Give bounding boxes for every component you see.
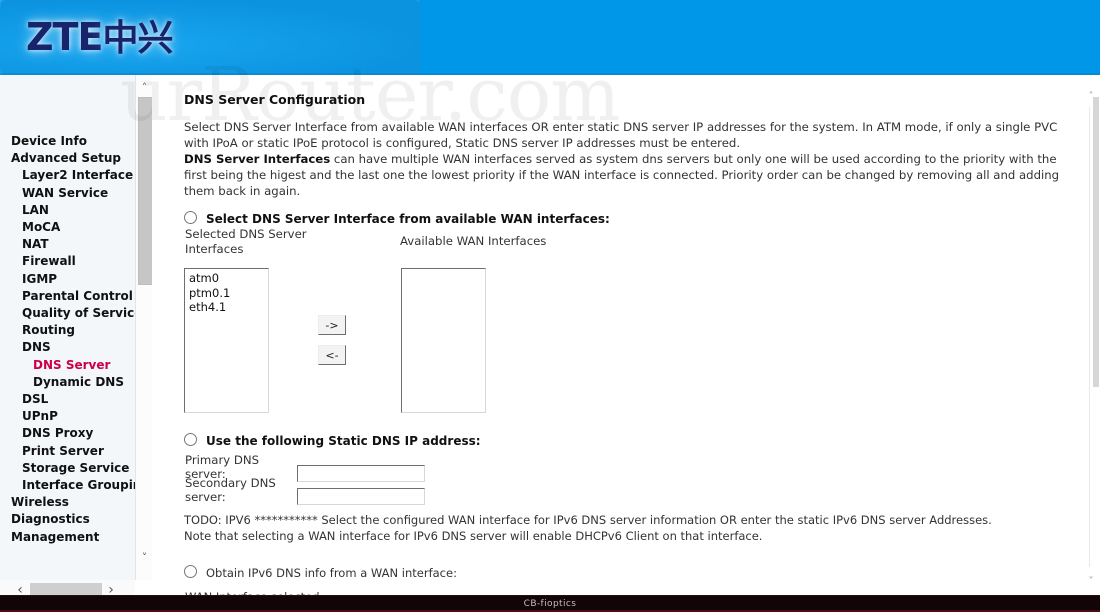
content-scrollbar-track[interactable] xyxy=(1089,107,1090,567)
list-item[interactable]: ptm0.1 xyxy=(187,286,268,301)
list-item[interactable]: eth4.1 xyxy=(187,300,268,315)
sidebar-item-igmp[interactable]: IGMP xyxy=(0,271,135,288)
sidebar-item-dsl[interactable]: DSL xyxy=(0,391,135,408)
sidebar-pane: Device Info Advanced Setup Layer2 Interfac… xyxy=(0,75,153,612)
radio-obtain-ipv6-dns[interactable] xyxy=(184,565,197,578)
sidebar-item-interface-grouping[interactable]: Interface Grouping xyxy=(0,477,135,494)
scroll-down-icon[interactable]: ˅ xyxy=(136,549,153,566)
zte-logo-text: ZTE xyxy=(26,15,103,59)
available-wan-interfaces-listbox[interactable] xyxy=(401,268,486,413)
secondary-dns-row: Secondary DNS server: xyxy=(185,476,425,505)
content-vertical-scrollbar[interactable]: ˄ ˅ xyxy=(1082,75,1100,612)
sidebar-item-moca[interactable]: MoCA xyxy=(0,219,135,236)
radio-select-dns-interface[interactable] xyxy=(184,211,197,224)
sidebar-item-print-server[interactable]: Print Server xyxy=(0,443,135,460)
dns-server-configuration-form: DNS Server Configuration Select DNS Serv… xyxy=(152,75,1064,612)
sidebar-navigation: Device Info Advanced Setup Layer2 Interfac… xyxy=(0,75,136,580)
intro-bold-term: DNS Server Interfaces xyxy=(184,152,331,166)
sidebar-item-dns-server[interactable]: DNS Server xyxy=(0,357,135,374)
secondary-dns-label: Secondary DNS server: xyxy=(185,476,276,504)
sidebar-menu-list: Device Info Advanced Setup Layer2 Interfac… xyxy=(0,133,135,546)
sidebar-item-dns-proxy[interactable]: DNS Proxy xyxy=(0,425,135,442)
sidebar-item-nat[interactable]: NAT xyxy=(0,236,135,253)
page-title: DNS Server Configuration xyxy=(184,92,366,107)
zte-logo: ZTE中兴 xyxy=(26,15,173,59)
app-header-banner: ZTE中兴 xyxy=(0,0,1100,75)
ipv6-todo-line-2: Note that selecting a WAN interface for … xyxy=(184,529,763,543)
sidebar-item-wireless[interactable]: Wireless xyxy=(0,494,135,511)
list-item[interactable]: atm0 xyxy=(187,271,268,286)
scroll-up-icon[interactable]: ˄ xyxy=(136,79,153,96)
sidebar-item-parental-control[interactable]: Parental Control xyxy=(0,288,135,305)
sidebar-item-dynamic-dns[interactable]: Dynamic DNS xyxy=(0,374,135,391)
radio-static-dns[interactable] xyxy=(184,433,197,446)
sidebar-item-management[interactable]: Management xyxy=(0,529,135,546)
obtain-ipv6-dns-label: Obtain IPv6 DNS info from a WAN interfac… xyxy=(206,566,457,580)
sidebar-item-layer2-interface[interactable]: Layer2 Interface xyxy=(0,167,135,184)
sidebar-item-dns[interactable]: DNS xyxy=(0,339,135,356)
status-bar: CB-fioptics xyxy=(0,595,1100,612)
zte-logo-chinese: 中兴 xyxy=(102,18,173,59)
content-scroll-down-icon[interactable]: ˅ xyxy=(1082,574,1100,590)
sidebar-item-storage-service[interactable]: Storage Service xyxy=(0,460,135,477)
sidebar-scrollbar-thumb[interactable] xyxy=(138,97,153,285)
selected-dns-interfaces-listbox[interactable]: atm0 ptm0.1 eth4.1 xyxy=(184,268,269,413)
sidebar-item-diagnostics[interactable]: Diagnostics xyxy=(0,511,135,528)
ipv6-todo-note: TODO: IPV6 *********** Select the config… xyxy=(184,512,1064,544)
sidebar-item-routing[interactable]: Routing xyxy=(0,322,135,339)
sidebar-item-quality-of-service[interactable]: Quality of Service xyxy=(0,305,135,322)
sidebar-item-firewall[interactable]: Firewall xyxy=(0,253,135,270)
sidebar-vertical-scrollbar[interactable]: ˄ ˅ xyxy=(135,75,153,580)
intro-paragraph-1: Select DNS Server Interface from availab… xyxy=(184,120,1058,150)
move-left-button[interactable]: <- xyxy=(318,345,346,365)
content-pane: DNS Server Configuration Select DNS Serv… xyxy=(152,75,1082,612)
sidebar-item-lan[interactable]: LAN xyxy=(0,202,135,219)
ipv6-todo-line-1: TODO: IPV6 *********** Select the config… xyxy=(184,513,992,527)
static-dns-option[interactable]: Use the following Static DNS IP address: xyxy=(184,433,481,448)
select-dns-interface-label: Select DNS Server Interface from availab… xyxy=(206,212,610,226)
intro-text: Select DNS Server Interface from availab… xyxy=(184,119,1064,199)
content-scrollbar-thumb[interactable] xyxy=(1093,97,1099,387)
move-right-button[interactable]: -> xyxy=(318,315,346,335)
select-dns-interface-option[interactable]: Select DNS Server Interface from availab… xyxy=(184,211,1064,226)
available-wan-list-label: Available WAN Interfaces xyxy=(400,234,547,248)
sidebar-item-advanced-setup[interactable]: Advanced Setup xyxy=(0,150,135,167)
obtain-ipv6-dns-option[interactable]: Obtain IPv6 DNS info from a WAN interfac… xyxy=(184,565,457,580)
sidebar-item-upnp[interactable]: UPnP xyxy=(0,408,135,425)
selected-dns-list-label: Selected DNS Server Interfaces xyxy=(185,227,307,256)
secondary-dns-input[interactable] xyxy=(297,488,425,505)
sidebar-item-device-info[interactable]: Device Info xyxy=(0,133,135,150)
static-dns-label: Use the following Static DNS IP address: xyxy=(206,434,481,448)
sidebar-item-wan-service[interactable]: WAN Service xyxy=(0,185,135,202)
